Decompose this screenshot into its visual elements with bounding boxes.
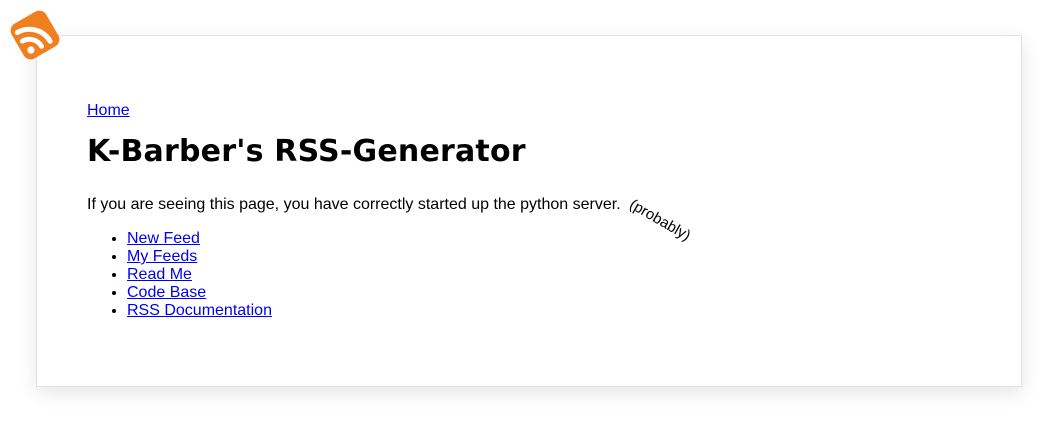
list-item: Code Base <box>127 284 272 302</box>
page: Home K-Barber's RSS-Generator If you are… <box>0 0 1050 436</box>
new-feed-link[interactable]: New Feed <box>127 230 200 247</box>
rss-icon <box>10 10 60 60</box>
list-item: RSS Documentation <box>127 302 272 320</box>
my-feeds-link[interactable]: My Feeds <box>127 248 197 265</box>
read-me-link[interactable]: Read Me <box>127 266 192 283</box>
code-base-link[interactable]: Code Base <box>127 284 206 301</box>
rss-documentation-link[interactable]: RSS Documentation <box>127 302 272 319</box>
list-item: Read Me <box>127 266 272 284</box>
home-link[interactable]: Home <box>87 102 130 120</box>
list-item: My Feeds <box>127 248 272 266</box>
content-card: Home K-Barber's RSS-Generator If you are… <box>36 35 1022 387</box>
intro-text: If you are seeing this page, you have co… <box>87 196 621 213</box>
page-title: K-Barber's RSS-Generator <box>87 134 526 169</box>
probably-note: (probably) <box>626 196 694 245</box>
list-item: New Feed <box>127 230 272 248</box>
nav-list: New Feed My Feeds Read Me Code Base RSS … <box>87 230 272 320</box>
